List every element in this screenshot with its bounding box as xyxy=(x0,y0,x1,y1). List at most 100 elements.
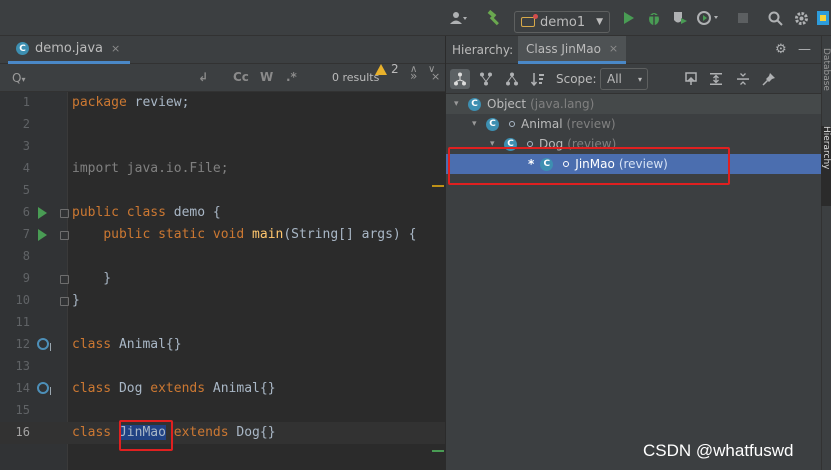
line-number: 11 xyxy=(15,315,30,329)
stop-icon[interactable] xyxy=(735,9,751,27)
warnings-count: 2 xyxy=(391,62,399,76)
pin-icon[interactable] xyxy=(759,69,779,89)
line-text: } xyxy=(72,293,80,308)
collapse-all-icon[interactable] xyxy=(733,69,753,89)
run-icon[interactable] xyxy=(620,9,638,27)
package-visibility-icon xyxy=(509,121,515,127)
line-number: 3 xyxy=(22,139,30,153)
line-number: 5 xyxy=(22,183,30,197)
subclass-gutter-icon[interactable] xyxy=(37,382,51,395)
code-line-current[interactable]: 16 class JinMao extends Dog{} xyxy=(0,422,445,444)
whole-words-option[interactable]: W xyxy=(260,70,273,84)
chevron-down-icon[interactable]: ▾ xyxy=(472,119,486,129)
code-line[interactable]: 6 public class demo { xyxy=(0,202,445,224)
line-text: package review; xyxy=(72,95,190,110)
line-number: 12 xyxy=(15,337,30,351)
fold-marker-icon[interactable] xyxy=(60,231,69,240)
change-scroll-marker[interactable] xyxy=(432,450,444,452)
tree-item-animal[interactable]: ▾ C Animal (review) xyxy=(446,114,821,134)
chevron-down-icon: ▼ xyxy=(596,17,603,27)
run-gutter-icon[interactable] xyxy=(38,229,47,241)
code-line[interactable]: 14 class Dog extends Animal{} xyxy=(0,378,445,400)
line-number: 1 xyxy=(22,95,30,109)
code-line[interactable]: 3 xyxy=(0,136,445,158)
line-number: 13 xyxy=(15,359,30,373)
main-toolbar: demo1 ▼ xyxy=(0,0,831,36)
sort-alphabetically-icon[interactable] xyxy=(528,69,548,89)
run-configuration-select[interactable]: demo1 ▼ xyxy=(514,11,610,33)
hierarchy-panel: Hierarchy: Class JinMao × ⚙ — Scope: All… xyxy=(446,36,821,470)
user-icon[interactable] xyxy=(446,9,472,27)
hierarchy-toolbar: Scope: All ▾ xyxy=(446,64,821,94)
line-number: 9 xyxy=(22,271,30,285)
coverage-shield-icon[interactable] xyxy=(670,9,690,27)
line-number: 2 xyxy=(22,117,30,131)
code-line[interactable]: 1 package review; xyxy=(0,92,445,114)
match-case-option[interactable]: Cc xyxy=(233,70,249,84)
scope-label: Scope: xyxy=(556,72,597,86)
java-class-icon: C xyxy=(16,42,29,55)
search-everywhere-icon[interactable] xyxy=(766,9,784,27)
code-line[interactable]: 4 import java.io.File; xyxy=(0,158,445,180)
fold-marker-icon[interactable] xyxy=(60,209,69,218)
expand-all-icon[interactable] xyxy=(706,69,726,89)
line-text: class Dog extends Animal{} xyxy=(72,381,276,396)
settings-gear-icon[interactable] xyxy=(792,9,810,27)
find-results-count: 0 results xyxy=(332,71,380,84)
close-tab-icon[interactable]: × xyxy=(111,42,120,55)
refresh-hierarchy-icon[interactable] xyxy=(681,69,701,89)
build-hammer-icon[interactable] xyxy=(483,9,505,27)
subtypes-hierarchy-icon[interactable] xyxy=(502,69,522,89)
line-text: import java.io.File; xyxy=(72,161,229,176)
chevron-down-icon: ▾ xyxy=(637,74,642,84)
find-input[interactable] xyxy=(32,68,182,88)
warning-scroll-marker[interactable] xyxy=(432,185,444,187)
hierarchy-tab-class-jinmao[interactable]: Class JinMao × xyxy=(518,36,627,64)
tool-window-database[interactable]: Database xyxy=(821,48,831,118)
code-line[interactable]: 11 xyxy=(0,312,445,334)
scope-select[interactable]: All ▾ xyxy=(600,68,648,90)
editor-tab-label: demo.java xyxy=(35,41,104,56)
tree-item-object[interactable]: ▾ C Object (java.lang) xyxy=(446,94,821,114)
line-number: 10 xyxy=(15,293,30,307)
code-line[interactable]: 2 xyxy=(0,114,445,136)
profile-run-icon[interactable] xyxy=(695,9,723,27)
scope-value: All xyxy=(607,72,622,86)
code-editor[interactable]: 1 package review; 2 3 4 import java.io.F… xyxy=(0,92,445,470)
chevron-down-icon[interactable]: ∨ xyxy=(428,64,435,75)
hierarchy-header: Hierarchy: Class JinMao × ⚙ — xyxy=(446,36,821,64)
line-number: 16 xyxy=(15,425,30,439)
new-line-icon[interactable]: ↲ xyxy=(198,70,208,84)
search-icon[interactable]: Q▾ xyxy=(12,71,25,85)
debug-bug-icon[interactable] xyxy=(645,9,663,27)
editor-tab-demo-java[interactable]: C demo.java × xyxy=(8,36,131,64)
regex-option[interactable]: .* xyxy=(286,70,297,84)
subclass-gutter-icon[interactable] xyxy=(37,338,51,351)
jetbrains-logo-icon[interactable] xyxy=(816,9,830,27)
tree-item-name: Animal xyxy=(521,117,563,131)
code-line[interactable]: 10 } xyxy=(0,290,445,312)
warnings-indicator[interactable]: 2 xyxy=(375,62,399,76)
line-text: } xyxy=(72,271,112,286)
code-line[interactable]: 13 xyxy=(0,356,445,378)
supertypes-hierarchy-icon[interactable] xyxy=(476,69,496,89)
fold-marker-icon[interactable] xyxy=(60,275,69,284)
code-line[interactable]: 12 class Animal{} xyxy=(0,334,445,356)
tool-window-hierarchy[interactable]: Hierarchy xyxy=(821,126,831,206)
code-line[interactable]: 8 xyxy=(0,246,445,268)
run-configuration-label: demo1 xyxy=(540,14,586,30)
hierarchy-label: Hierarchy: xyxy=(452,43,514,57)
settings-gear-icon[interactable]: ⚙ xyxy=(775,42,787,57)
type-hierarchy-icon[interactable] xyxy=(450,69,470,89)
code-line[interactable]: 5 xyxy=(0,180,445,202)
line-number: 8 xyxy=(22,249,30,263)
fold-marker-icon[interactable] xyxy=(60,297,69,306)
code-line[interactable]: 7 public static void main(String[] args)… xyxy=(0,224,445,246)
chevron-down-icon[interactable]: ▾ xyxy=(454,99,468,109)
chevron-up-icon[interactable]: ∧ xyxy=(410,64,417,75)
close-tab-icon[interactable]: × xyxy=(609,42,618,55)
code-line[interactable]: 15 xyxy=(0,400,445,422)
run-gutter-icon[interactable] xyxy=(38,207,47,219)
code-line[interactable]: 9 } xyxy=(0,268,445,290)
minimize-icon[interactable]: — xyxy=(798,42,811,57)
